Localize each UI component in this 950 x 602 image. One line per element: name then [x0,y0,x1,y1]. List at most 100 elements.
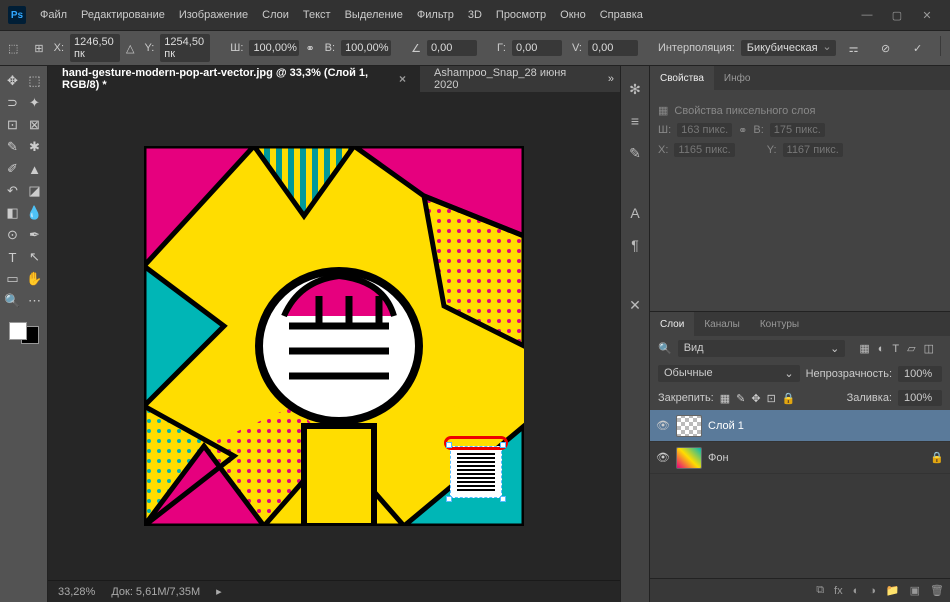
filter-type-icon[interactable]: T [892,343,899,355]
link-layers-icon[interactable]: ⧉ [816,584,824,597]
lock-position-icon[interactable]: ✥ [751,392,760,405]
filter-smart-icon[interactable]: ◫ [924,342,934,355]
menu-file[interactable]: Файл [40,9,67,22]
visibility-icon[interactable]: 👁 [656,451,670,464]
filter-pixel-icon[interactable]: ▦ [859,342,869,355]
minimize-button[interactable]: ― [852,4,882,26]
layer-name[interactable]: Фон [708,452,729,464]
menu-image[interactable]: Изображение [179,9,248,22]
crop-tool[interactable]: ⊡ [2,114,24,136]
layer-row[interactable]: 👁 Фон 🔒 [650,442,950,474]
history-brush-tool[interactable]: ↶ [2,180,24,202]
marquee-tool[interactable]: ⬚ [24,70,46,92]
tools-panel-icon[interactable]: ✕ [624,294,646,316]
transform-handle[interactable] [446,496,452,502]
eraser-tool[interactable]: ◪ [24,180,46,202]
dodge-tool[interactable]: ⊙ [2,224,24,246]
warp-icon[interactable]: ⚎ [842,36,866,60]
close-button[interactable]: ✕ [912,4,942,26]
fill-value[interactable]: 100% [898,390,942,406]
menu-window[interactable]: Окно [560,9,586,22]
group-icon[interactable]: 📁 [886,584,900,597]
adjustment-icon[interactable]: ◑ [869,585,876,597]
brush-panel-icon[interactable]: ✎ [624,142,646,164]
vskew-value[interactable]: 0,00 [588,40,638,56]
lock-paint-icon[interactable]: ✎ [736,392,745,405]
qr-code-layer[interactable] [450,446,502,498]
transform-handle[interactable] [500,442,506,448]
brush-tool[interactable]: ✐ [2,158,24,180]
prop-x-value[interactable]: 1165 пикс. [674,143,734,157]
transform-tool-icon[interactable]: ⬚ [8,36,18,60]
link-wh-icon[interactable]: ⚭ [305,36,314,60]
anchor-grid-icon[interactable]: ⊞ [34,36,43,60]
tab-inactive[interactable]: Ashampoo_Snap_28 июня 2020 [420,66,598,92]
zoom-level[interactable]: 33,28% [58,586,95,598]
eyedropper-tool[interactable]: ✎ [2,136,24,158]
link-icon[interactable]: ⚭ [738,124,747,137]
move-tool[interactable]: ✥ [2,70,24,92]
frame-tool[interactable]: ⊠ [24,114,46,136]
search-icon[interactable]: 🔍 [658,342,672,355]
hskew-value[interactable]: 0,00 [512,40,562,56]
type-tool[interactable]: T [2,246,24,268]
menu-layers[interactable]: Слои [262,9,289,22]
menu-view[interactable]: Просмотр [496,9,546,22]
new-layer-icon[interactable]: ▣ [910,584,920,597]
menu-help[interactable]: Справка [600,9,643,22]
tab-close-icon[interactable]: × [399,72,406,86]
layer-thumbnail[interactable] [676,415,702,437]
lock-transparency-icon[interactable]: ▦ [720,392,730,405]
type-panel-icon[interactable]: A [624,202,646,224]
stamp-tool[interactable]: ▲ [24,158,46,180]
gradient-tool[interactable]: ◧ [2,202,24,224]
visibility-icon[interactable]: 👁 [656,419,670,432]
hand-tool[interactable]: ✋ [24,268,46,290]
transform-handle[interactable] [500,496,506,502]
layer-row[interactable]: 👁 Слой 1 [650,410,950,442]
y-value[interactable]: 1254,50 пк [160,34,210,62]
blur-tool[interactable]: 💧 [24,202,46,224]
status-arrow-icon[interactable]: ▸ [216,585,222,598]
path-select-tool[interactable]: ↖ [24,246,46,268]
prop-y-value[interactable]: 1167 пикс. [783,143,843,157]
blend-mode-select[interactable]: Обычные⌄ [658,365,800,382]
swap-xy-icon[interactable]: △ [126,36,134,60]
lock-artboard-icon[interactable]: ⊡ [767,392,776,405]
mask-icon[interactable]: ◐ [853,585,860,597]
h-value[interactable]: 100,00% [341,40,391,56]
w-value[interactable]: 100,00% [249,40,299,56]
tab-paths[interactable]: Контуры [750,312,809,336]
menu-edit[interactable]: Редактирование [81,9,165,22]
maximize-button[interactable]: ▢ [882,4,912,26]
lasso-tool[interactable]: ⊃ [2,92,24,114]
tab-layers[interactable]: Слои [650,312,694,336]
fx-icon[interactable]: fx [834,585,843,597]
canvas[interactable] [144,146,524,526]
commit-transform-icon[interactable]: ✓ [906,36,930,60]
filter-shape-icon[interactable]: ▱ [907,342,915,355]
heal-tool[interactable]: ✱ [24,136,46,158]
pen-tool[interactable]: ✒ [24,224,46,246]
color-swatch[interactable] [7,320,41,346]
gear-icon[interactable]: ✻ [624,78,646,100]
interp-select[interactable]: Бикубическая [741,40,836,56]
zoom-tool[interactable]: 🔍 [2,290,24,312]
x-value[interactable]: 1246,50 пк [70,34,120,62]
magic-wand-tool[interactable]: ✦ [24,92,46,114]
menu-3d[interactable]: 3D [468,9,482,22]
tab-active[interactable]: hand-gesture-modern-pop-art-vector.jpg @… [48,66,420,92]
delete-layer-icon[interactable]: 🗑 [930,584,944,597]
prop-h-value[interactable]: 175 пикс. [770,123,825,137]
cancel-transform-icon[interactable]: ⊘ [874,36,898,60]
menu-select[interactable]: Выделение [345,9,403,22]
filter-adjust-icon[interactable]: ◐ [878,343,885,355]
prop-w-value[interactable]: 163 пикс. [677,123,732,137]
menu-filter[interactable]: Фильтр [417,9,454,22]
layer-name[interactable]: Слой 1 [708,420,744,432]
tabs-overflow-icon[interactable]: » [602,66,620,92]
angle-value[interactable]: 0,00 [427,40,477,56]
menu-type[interactable]: Текст [303,9,331,22]
align-icon[interactable]: ≡ [624,110,646,132]
shape-tool[interactable]: ▭ [2,268,24,290]
